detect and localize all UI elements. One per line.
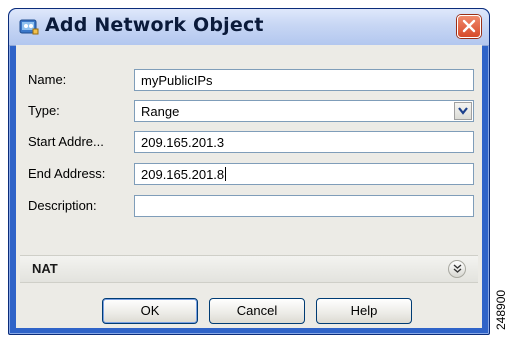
start-address-value: 209.165.201.3 xyxy=(141,135,225,150)
text-caret xyxy=(225,167,227,181)
description-label: Description: xyxy=(28,198,97,213)
type-value: Range xyxy=(141,104,180,119)
close-icon xyxy=(462,19,476,33)
screen: Add Network Object Name: myPublicIPs Typ… xyxy=(0,0,510,343)
type-label: Type: xyxy=(28,103,60,118)
nat-section-header[interactable]: NAT xyxy=(20,255,478,283)
figure-id-code: 248900 xyxy=(494,290,508,330)
name-value: myPublicIPs xyxy=(141,73,213,88)
start-address-field[interactable]: 209.165.201.3 xyxy=(134,131,474,153)
dialog-body: Name: myPublicIPs Type: Range Start Addr… xyxy=(16,45,482,328)
double-chevron-down-icon xyxy=(453,264,462,273)
end-address-field[interactable]: 209.165.201.8 xyxy=(134,163,474,185)
description-field[interactable] xyxy=(134,195,474,217)
network-object-icon xyxy=(19,17,39,37)
cancel-button[interactable]: Cancel xyxy=(209,298,305,324)
figure-id-text: 248900 xyxy=(494,290,508,330)
start-address-label: Start Addre... xyxy=(28,134,104,149)
background-app-left xyxy=(0,0,8,343)
nat-expand-button[interactable] xyxy=(448,260,466,278)
add-network-object-dialog: Add Network Object Name: myPublicIPs Typ… xyxy=(8,8,490,335)
close-button[interactable] xyxy=(457,15,481,38)
name-label: Name: xyxy=(28,72,67,87)
end-address-label: End Address: xyxy=(28,166,106,181)
ok-button[interactable]: OK xyxy=(102,298,198,324)
type-select[interactable]: Range xyxy=(134,100,474,122)
help-button[interactable]: Help xyxy=(316,298,412,324)
dialog-title: Add Network Object xyxy=(45,14,264,36)
name-field[interactable]: myPublicIPs xyxy=(134,69,474,91)
chevron-down-icon xyxy=(458,107,468,115)
title-bar[interactable]: Add Network Object xyxy=(9,9,489,46)
type-dropdown-button[interactable] xyxy=(454,102,472,120)
nat-label: NAT xyxy=(32,261,58,276)
end-address-value: 209.165.201.8 xyxy=(141,167,225,182)
